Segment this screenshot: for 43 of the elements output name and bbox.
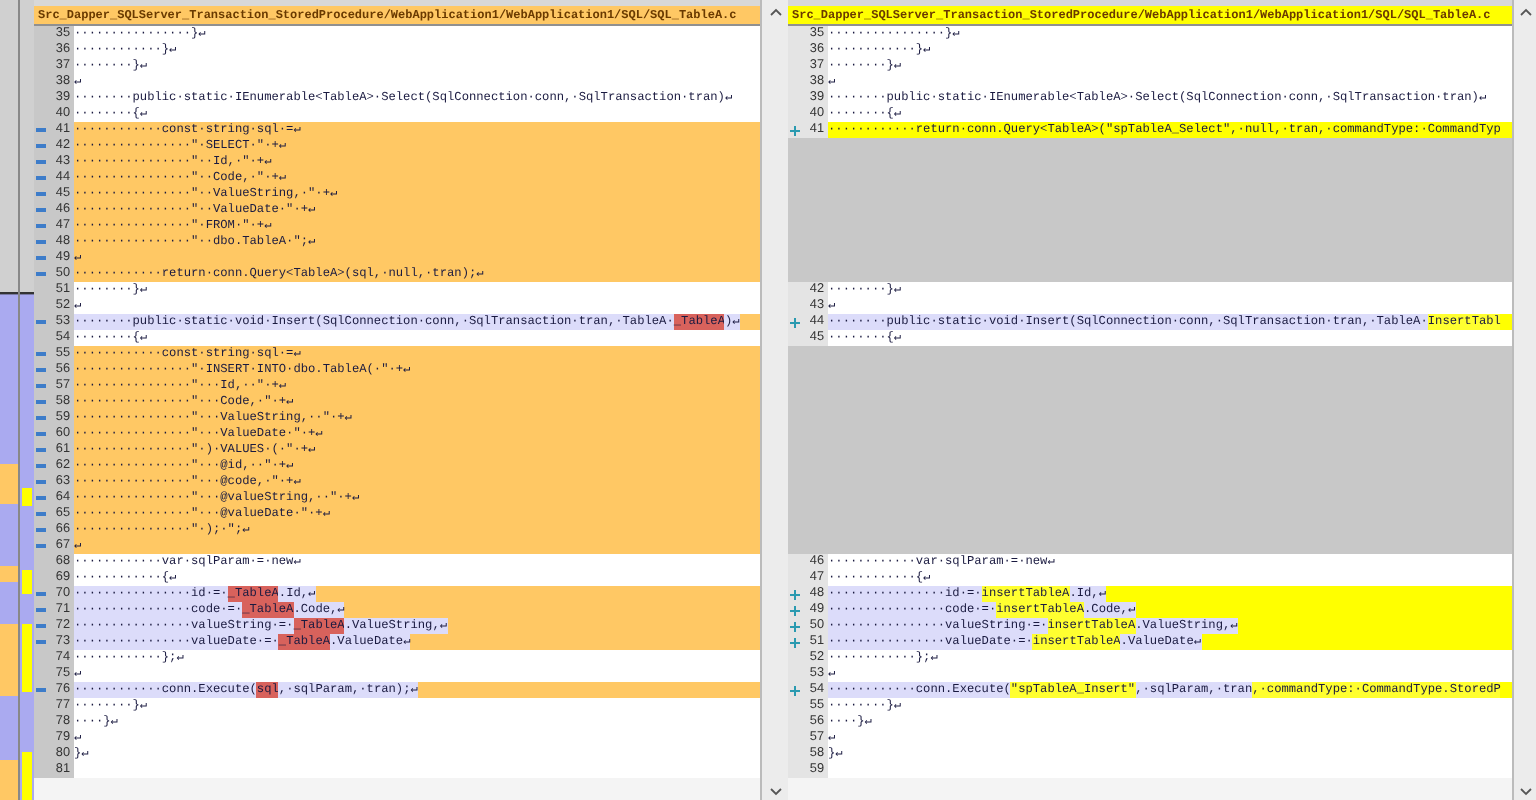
minus-icon (36, 368, 46, 372)
minus-icon (36, 464, 46, 468)
plus-icon (790, 317, 800, 327)
minus-icon (36, 208, 46, 212)
minus-icon (36, 640, 46, 644)
minus-icon (36, 176, 46, 180)
scrollbar[interactable] (1512, 0, 1536, 800)
scroll-up-icon[interactable] (1519, 8, 1531, 16)
minus-icon (36, 432, 46, 436)
minus-icon (36, 240, 46, 244)
minus-icon (36, 272, 46, 276)
minus-icon (36, 144, 46, 148)
minus-icon (36, 512, 46, 516)
minus-icon (36, 224, 46, 228)
minus-icon (36, 496, 46, 500)
minus-icon (36, 416, 46, 420)
minus-icon (36, 528, 46, 532)
minus-icon (36, 256, 46, 260)
minus-icon (36, 128, 46, 132)
minus-icon (36, 192, 46, 196)
scroll-down-icon[interactable] (1519, 788, 1531, 796)
scrollbar[interactable] (760, 0, 788, 800)
minus-icon (36, 624, 46, 628)
plus-icon (790, 637, 800, 647)
diff-overview-drawing[interactable] (0, 0, 34, 800)
plus-icon (790, 621, 800, 631)
minus-icon (36, 160, 46, 164)
scroll-down-icon[interactable] (769, 788, 781, 796)
minus-icon (36, 448, 46, 452)
plus-icon (790, 605, 800, 615)
minus-icon (36, 608, 46, 612)
plus-icon (790, 589, 800, 599)
scroll-up-icon[interactable] (769, 8, 781, 16)
minus-icon (36, 544, 46, 548)
plus-icon (790, 685, 800, 695)
minus-icon (36, 384, 46, 388)
minus-icon (36, 320, 46, 324)
minus-icon (36, 592, 46, 596)
plus-icon (790, 125, 800, 135)
minus-icon (36, 480, 46, 484)
minus-icon (36, 688, 46, 692)
minus-icon (36, 352, 46, 356)
minus-icon (36, 400, 46, 404)
